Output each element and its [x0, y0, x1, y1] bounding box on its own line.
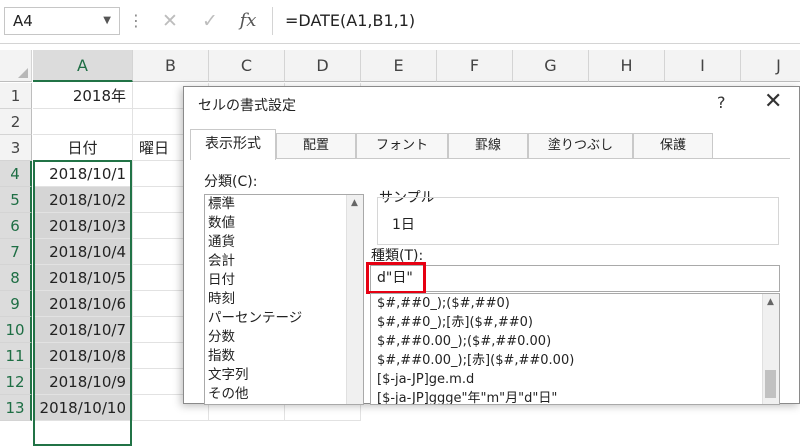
format-code-item[interactable]: [$-ja-JP]ge.m.d [371, 370, 779, 389]
format-code-list[interactable]: $#,##0_);($#,##0) $#,##0_);[赤]($#,##0) $#,… [370, 293, 780, 405]
row-header-10[interactable]: 10 [0, 317, 32, 343]
tab-0[interactable]: 表示形式 [190, 129, 276, 160]
row-header-9[interactable]: 9 [0, 291, 32, 317]
format-cells-dialog: セルの書式設定 ? ✕ 表示形式 配置 フォント 罫線 塗りつぶし 保護 分類(C): 標… [183, 86, 800, 405]
cell-a9[interactable]: 2018/10/6 [33, 291, 133, 317]
cell-a6[interactable]: 2018/10/3 [33, 213, 133, 239]
fx-icon[interactable]: fx [234, 7, 262, 35]
row-header-11[interactable]: 11 [0, 343, 32, 369]
category-item[interactable]: 標準 [205, 195, 363, 214]
category-item[interactable]: 時刻 [205, 290, 363, 309]
category-label: 分類(C): [204, 174, 258, 190]
category-list[interactable]: 標準数値通貨会計日付時刻パーセンテージ分数指数文字列その他ユーザー定義 ▲ [204, 194, 364, 405]
category-item[interactable]: 文字列 [205, 366, 363, 385]
column-header-i[interactable]: I [665, 50, 741, 82]
sample-box: 1日 [377, 197, 779, 245]
type-input[interactable]: d"日" [370, 265, 780, 292]
tab-4[interactable]: 塗りつぶし [528, 133, 633, 159]
tab-3[interactable]: 罫線 [448, 133, 528, 159]
cell-a7[interactable]: 2018/10/4 [33, 239, 133, 265]
help-icon[interactable]: ? [717, 93, 726, 112]
row-header-4[interactable]: 4 [0, 161, 32, 187]
format-code-items: $#,##0_);($#,##0) $#,##0_);[赤]($#,##0) $#,… [371, 294, 779, 404]
format-code-item[interactable]: $#,##0.00_);[赤]($#,##0.00) [371, 351, 779, 370]
column-header-j[interactable]: J [741, 50, 800, 82]
scroll-up-icon[interactable]: ▲ [346, 195, 363, 212]
category-item[interactable]: 会計 [205, 252, 363, 271]
format-code-item[interactable]: $#,##0.00_);($#,##0.00) [371, 332, 779, 351]
cell-a2[interactable] [33, 109, 133, 135]
chevron-down-icon[interactable]: ▼ [103, 8, 111, 34]
tab-divider [190, 158, 790, 159]
dialog-tabs: 表示形式 配置 フォント 罫線 塗りつぶし 保護 [190, 129, 790, 160]
category-item[interactable]: その他 [205, 385, 363, 404]
tab-1[interactable]: 配置 [276, 133, 356, 159]
dialog-title: セルの書式設定 [198, 98, 296, 114]
row-header-13[interactable]: 13 [0, 395, 32, 421]
category-item[interactable]: ユーザー定義 [205, 404, 363, 405]
check-icon[interactable]: ✓ [196, 7, 224, 35]
column-header-c[interactable]: C [209, 50, 285, 82]
tab-5[interactable]: 保護 [633, 133, 713, 159]
row-header-8[interactable]: 8 [0, 265, 32, 291]
row-header-7[interactable]: 7 [0, 239, 32, 265]
formula-buttons: ✕ ✓ fx [148, 7, 268, 35]
column-header-a[interactable]: A [33, 50, 133, 82]
column-header-g[interactable]: G [513, 50, 589, 82]
formula-bar: A4 ▼ ⋮ ✕ ✓ fx =DATE(A1,B1,1) [0, 0, 800, 44]
scroll-up-icon[interactable]: ▲ [762, 294, 779, 311]
category-scrollbar[interactable]: ▲ [346, 195, 363, 404]
cell-a10[interactable]: 2018/10/7 [33, 317, 133, 343]
cancel-icon[interactable]: ✕ [156, 7, 184, 35]
row-header-12[interactable]: 12 [0, 369, 32, 395]
sample-value: 1日 [392, 217, 415, 233]
category-item[interactable]: パーセンテージ [205, 309, 363, 328]
column-header-f[interactable]: F [437, 50, 513, 82]
column-header-h[interactable]: H [589, 50, 665, 82]
select-all-corner[interactable] [0, 50, 32, 82]
scrollbar-thumb[interactable] [765, 370, 776, 398]
format-code-item[interactable]: [$-ja-JP]ggge"年"m"月"d"日" [371, 389, 779, 404]
format-code-item[interactable]: $#,##0_);[赤]($#,##0) [371, 313, 779, 332]
close-icon[interactable]: ✕ [764, 89, 782, 114]
cell-a4[interactable]: 2018/10/1 [33, 161, 133, 187]
category-item[interactable]: 分数 [205, 328, 363, 347]
drag-handle-icon[interactable]: ⋮ [128, 8, 144, 34]
cell-a12[interactable]: 2018/10/9 [33, 369, 133, 395]
name-box[interactable]: A4 ▼ [4, 7, 120, 35]
row-header-1[interactable]: 1 [0, 83, 32, 109]
column-header-d[interactable]: D [285, 50, 361, 82]
cell-a1[interactable]: 2018年 [33, 83, 133, 109]
format-code-item[interactable]: $#,##0_);($#,##0) [371, 294, 779, 313]
row-header-2[interactable]: 2 [0, 109, 32, 135]
cell-a8[interactable]: 2018/10/5 [33, 265, 133, 291]
annotation-highlight-box [366, 262, 426, 294]
formula-input[interactable]: =DATE(A1,B1,1) [272, 7, 800, 35]
category-item[interactable]: 指数 [205, 347, 363, 366]
category-item[interactable]: 通貨 [205, 233, 363, 252]
column-header-b[interactable]: B [133, 50, 209, 82]
cell-a5[interactable]: 2018/10/2 [33, 187, 133, 213]
column-header-e[interactable]: E [361, 50, 437, 82]
tab-2[interactable]: フォント [356, 133, 448, 159]
cell-a11[interactable]: 2018/10/8 [33, 343, 133, 369]
format-code-scrollbar[interactable]: ▲ [762, 294, 779, 404]
category-items: 標準数値通貨会計日付時刻パーセンテージ分数指数文字列その他ユーザー定義 [205, 195, 363, 405]
cell-a13[interactable]: 2018/10/10 [33, 395, 133, 421]
name-box-value: A4 [13, 12, 33, 30]
row-header-3[interactable]: 3 [0, 135, 32, 161]
row-header-5[interactable]: 5 [0, 187, 32, 213]
category-item[interactable]: 数値 [205, 214, 363, 233]
row-header-6[interactable]: 6 [0, 213, 32, 239]
cell-a3[interactable]: 日付 [33, 135, 133, 161]
category-item[interactable]: 日付 [205, 271, 363, 290]
